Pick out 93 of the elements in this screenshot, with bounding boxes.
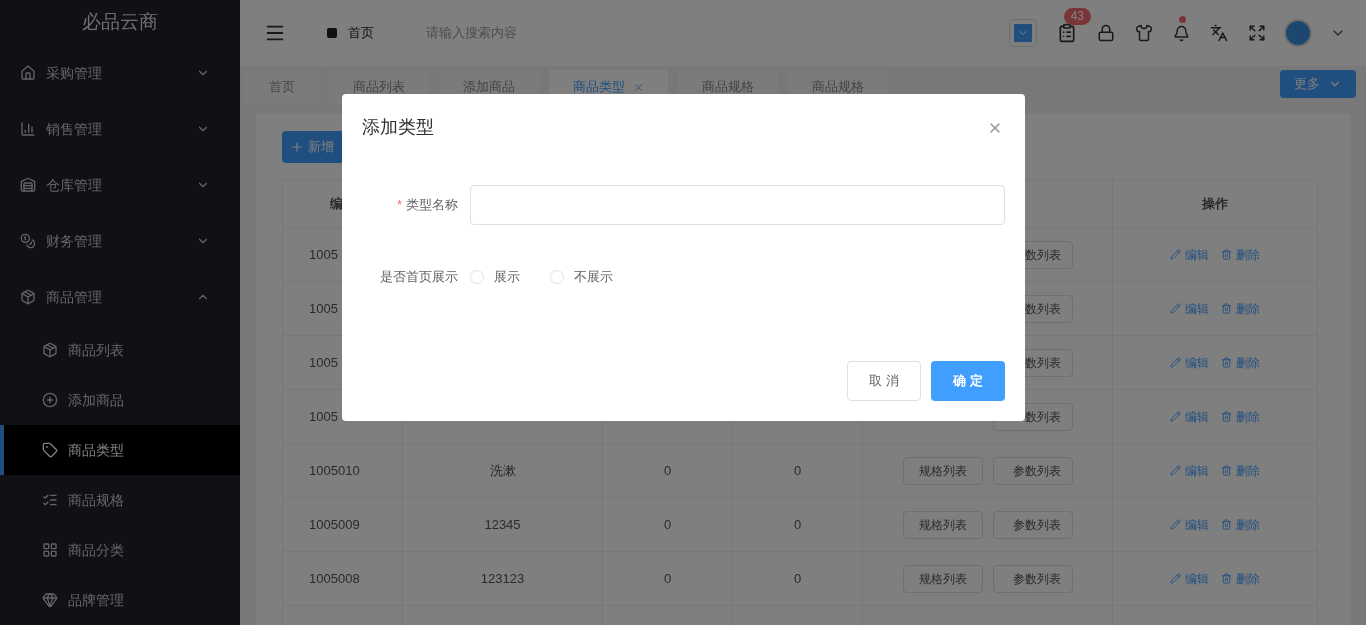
submenu-item[interactable]: 添加商品: [0, 375, 240, 425]
list-icon: [42, 492, 58, 508]
radio-option[interactable]: 展示: [470, 267, 520, 287]
spec-list-button[interactable]: 规格列表: [903, 510, 983, 539]
field-label: 类型名称: [406, 197, 458, 213]
trash-icon: [1221, 249, 1232, 260]
sidebar-item[interactable]: 仓库管理: [0, 157, 240, 213]
table-cell-text: 0: [793, 461, 802, 480]
table-cell-text: 1005010: [309, 461, 360, 480]
edit-link[interactable]: 编辑: [1170, 569, 1209, 588]
table-cell-text: 1005: [309, 299, 338, 318]
param-list-button[interactable]: 参数列表: [993, 564, 1073, 593]
pencil-icon: [1170, 357, 1181, 368]
table-cell-text: 1005: [309, 407, 338, 426]
delete-link[interactable]: 删除: [1221, 515, 1260, 534]
table-cell-text: 0: [663, 461, 672, 480]
confirm-button[interactable]: 确 定: [931, 361, 1005, 401]
tag-icon: [42, 442, 58, 458]
warehouse-icon: [20, 177, 36, 193]
table-cell-text: 0: [663, 569, 672, 588]
param-list-button[interactable]: 参数列表: [993, 456, 1073, 485]
package-icon: [20, 289, 36, 305]
delete-link[interactable]: 删除: [1221, 299, 1260, 318]
translate-icon[interactable]: [1210, 24, 1228, 42]
delete-link[interactable]: 删除: [1221, 407, 1260, 426]
lock-icon[interactable]: [1097, 24, 1115, 42]
sidebar-item[interactable]: 财务管理: [0, 213, 240, 269]
sidebar-item[interactable]: 商品管理: [0, 269, 240, 325]
count-badge: 43: [1063, 8, 1091, 25]
pencil-icon: [1170, 303, 1181, 314]
logo-text: 必品云商: [82, 10, 158, 35]
edit-link[interactable]: 编辑: [1170, 461, 1209, 480]
pencil-icon: [1170, 411, 1181, 422]
submenu-item[interactable]: 商品列表: [0, 325, 240, 375]
spec-list-button[interactable]: 规格列表: [903, 564, 983, 593]
edit-link[interactable]: 编辑: [1170, 515, 1209, 534]
plus-circle-icon: [42, 392, 58, 408]
breadcrumb[interactable]: 首页: [348, 23, 374, 43]
trash-icon: [1221, 303, 1232, 314]
table-cell-text: 1005: [309, 245, 338, 264]
fullscreen-icon[interactable]: [1248, 24, 1266, 42]
radio-option[interactable]: 不展示: [550, 267, 613, 287]
edit-link[interactable]: 编辑: [1170, 299, 1209, 318]
plus-icon: [290, 140, 304, 154]
sidebar-item[interactable]: 销售管理: [0, 101, 240, 157]
table-cell-text: 0: [793, 515, 802, 534]
pencil-icon: [1170, 465, 1181, 476]
pencil-icon: [1170, 573, 1181, 584]
submenu-item[interactable]: 商品分类: [0, 525, 240, 575]
submenu-item[interactable]: 品牌管理: [0, 575, 240, 625]
delete-link[interactable]: 删除: [1221, 569, 1260, 588]
bell-icon[interactable]: [1173, 24, 1190, 42]
table-cell-text: 12345: [484, 515, 521, 534]
more-button[interactable]: 更多: [1280, 70, 1356, 98]
table-cell-text: 123123: [480, 569, 525, 588]
avatar[interactable]: [1284, 19, 1312, 47]
bar-chart-icon: [20, 121, 36, 137]
table-cell-text: 洗漱: [489, 461, 516, 480]
column-header: 编: [330, 194, 343, 213]
edit-link[interactable]: 编辑: [1170, 407, 1209, 426]
column-header: 操作: [1202, 194, 1228, 213]
table-cell-text: 1005: [309, 353, 338, 372]
pencil-icon: [1170, 519, 1181, 530]
delete-link[interactable]: 删除: [1221, 353, 1260, 372]
delete-link[interactable]: 删除: [1221, 461, 1260, 480]
field-label: 是否首页展示: [380, 269, 458, 285]
delete-link[interactable]: 删除: [1221, 245, 1260, 264]
param-list-button[interactable]: 参数列表: [993, 510, 1073, 539]
trash-icon: [1221, 465, 1232, 476]
gem-icon: [42, 592, 58, 608]
shirt-icon[interactable]: [1135, 24, 1153, 42]
type-name-field[interactable]: [470, 185, 1005, 225]
pencil-icon: [1170, 249, 1181, 260]
sidebar-item[interactable]: 采购管理: [0, 45, 240, 101]
package-icon: [42, 342, 58, 358]
coins-icon: [20, 233, 36, 249]
table-cell-text: 1005008: [309, 569, 360, 588]
trash-icon: [1221, 357, 1232, 368]
submenu-item[interactable]: 商品规格: [0, 475, 240, 525]
spec-list-button[interactable]: 规格列表: [903, 456, 983, 485]
cancel-button[interactable]: 取 消: [847, 361, 921, 401]
trash-icon: [1221, 573, 1232, 584]
table-cell-text: 1005009: [309, 515, 360, 534]
edit-link[interactable]: 编辑: [1170, 245, 1209, 264]
table-cell-text: 0: [793, 569, 802, 588]
house-icon: [20, 65, 36, 81]
edit-link[interactable]: 编辑: [1170, 353, 1209, 372]
submenu-item[interactable]: 商品类型: [0, 425, 240, 475]
dropdown-toggle[interactable]: [1009, 19, 1037, 47]
trash-icon: [1221, 519, 1232, 530]
trash-icon: [1221, 411, 1232, 422]
table-cell-text: 0: [663, 515, 672, 534]
required-mark: *: [396, 197, 402, 213]
